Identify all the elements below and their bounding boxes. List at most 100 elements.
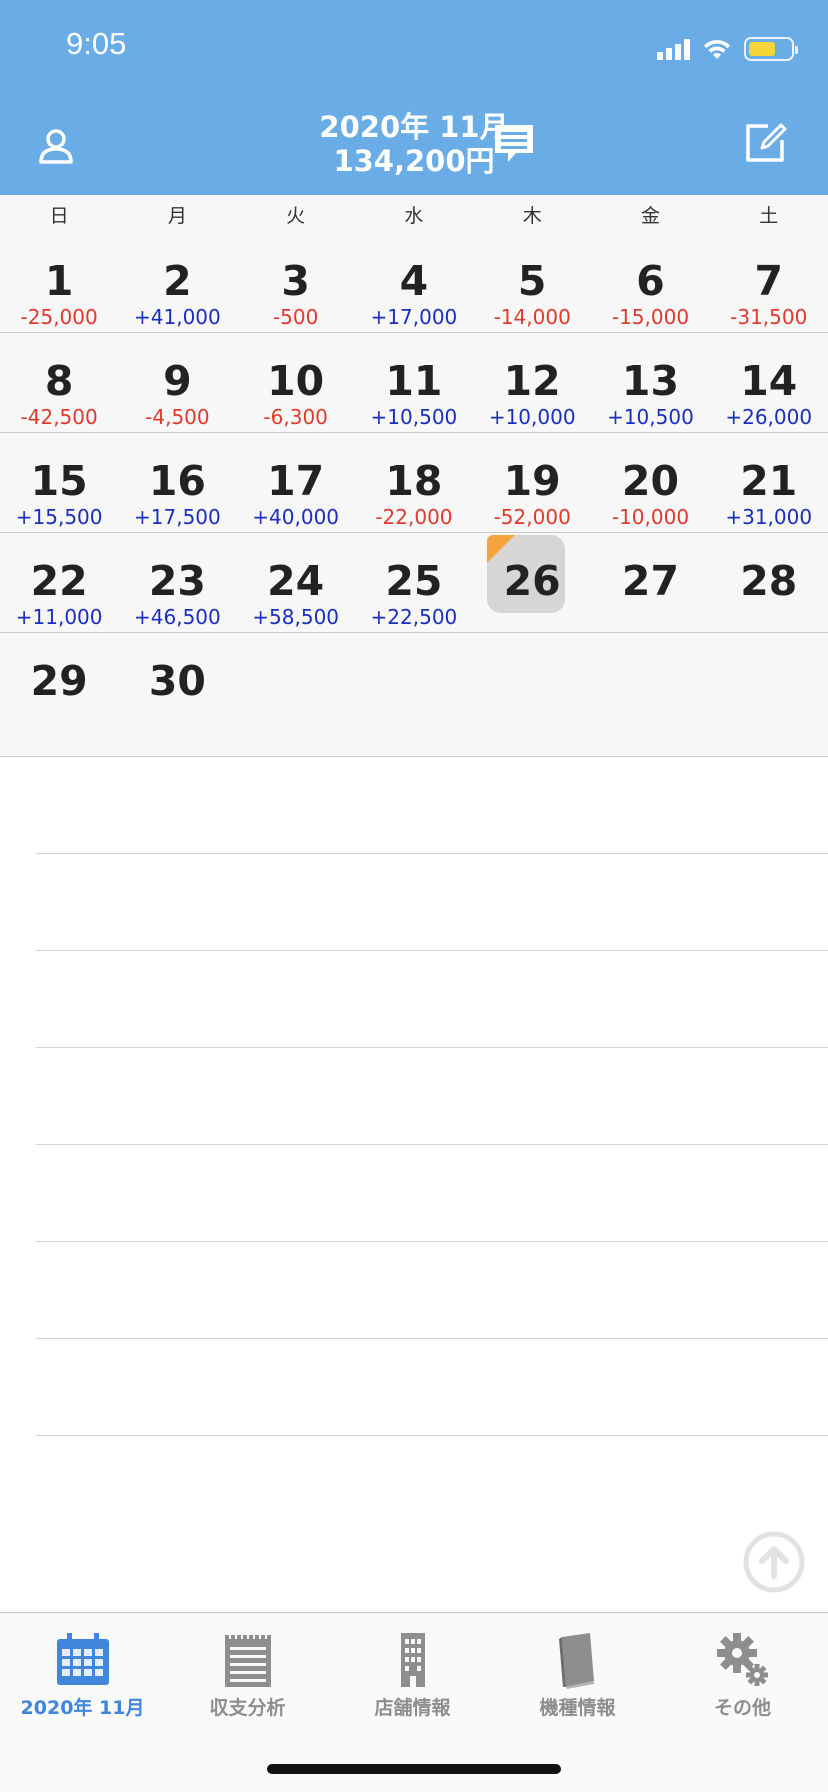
calendar-day[interactable]: 3 -500 [237,233,355,333]
calendar-day[interactable]: 24 +58,500 [237,533,355,633]
calendar-day[interactable]: 12 +10,000 [473,333,591,433]
weekday-label: 金 [640,204,660,227]
weekday-label: 土 [759,204,779,227]
calendar-day[interactable]: 5 -14,000 [473,233,591,333]
day-number: 10 [267,357,325,405]
calendar-day[interactable]: 8 -42,500 [0,333,118,433]
day-balance: -42,500 [20,405,98,429]
day-number: 16 [148,457,206,505]
gear-icon [716,1633,768,1686]
calendar-day[interactable]: 30 [118,633,236,733]
day-balance: -6,300 [263,405,328,429]
calendar-day[interactable]: 19 -52,000 [473,433,591,533]
calendar-day[interactable]: 21 +31,000 [710,433,828,533]
day-balance: -4,500 [145,405,210,429]
day-number: 11 [385,357,443,405]
tab-analysis[interactable]: 収支分析 [165,1613,330,1733]
day-number: 1 [44,257,74,305]
day-balance: -31,500 [730,305,808,329]
page-title[interactable]: 2020年 11月 134,200円 [0,110,828,178]
calendar-day[interactable]: 20 -10,000 [591,433,709,533]
day-detail-list [0,757,828,1612]
day-balance: -10,000 [611,505,690,529]
calendar-day[interactable]: 11 +10,500 [355,333,473,433]
tab-store-info[interactable]: 店舗情報 [330,1613,495,1733]
calendar-empty-cell [355,633,473,733]
edit-icon[interactable] [742,120,788,166]
calendar-week-row: 29 30 [0,633,828,733]
tab-other[interactable]: その他 [660,1613,825,1733]
day-number: 4 [399,257,429,305]
month-total: 134,200円 [333,144,495,178]
day-balance: +15,500 [15,505,103,529]
day-balance: +11,000 [15,605,103,629]
calendar-day[interactable]: 13 +10,500 [591,333,709,433]
calendar-day[interactable]: 4 +17,000 [355,233,473,333]
calendar-day[interactable]: 6 -15,000 [591,233,709,333]
day-number: 3 [281,257,310,305]
weekday-label: 火 [286,204,306,227]
calendar-day[interactable]: 7 -31,500 [710,233,828,333]
day-balance: -25,000 [20,305,98,329]
tab-label: 収支分析 [209,1697,286,1719]
day-balance: -500 [272,305,319,329]
calendar-empty-cell [710,633,828,733]
weekday-label: 日 [49,204,69,227]
calendar-day[interactable]: 23 +46,500 [118,533,236,633]
day-number: 5 [517,257,547,305]
day-number: 14 [740,357,798,405]
list-separator [36,1338,828,1339]
day-number: 26 [503,557,561,605]
tab-label: 機種情報 [539,1697,616,1719]
day-balance: +10,500 [370,405,458,429]
calendar-day[interactable]: 1 -25,000 [0,233,118,333]
day-balance: +22,500 [370,605,458,629]
day-balance: -22,000 [375,505,453,529]
day-number: 20 [621,457,679,505]
battery-icon [744,37,798,61]
calendar-empty-cell [591,633,709,733]
calendar-day[interactable]: 26 [473,533,591,633]
day-number: 12 [503,357,561,405]
tab-calendar[interactable]: 2020年 11月 [0,1613,165,1733]
weekday-label: 水 [404,204,424,227]
calendar-week-row: 8 -42,500 9 -4,500 10 -6,300 11 +10,500 12 +10,00… [0,333,828,433]
calendar-day[interactable]: 14 +26,000 [710,333,828,433]
chat-icon[interactable] [492,122,536,166]
day-number: 22 [30,557,88,605]
calendar-day[interactable]: 9 -4,500 [118,333,236,433]
calendar-day[interactable]: 22 +11,000 [0,533,118,633]
tab-label: その他 [713,1697,771,1719]
day-number: 13 [621,357,679,405]
calendar-day[interactable]: 2 +41,000 [118,233,236,333]
day-balance: -15,000 [611,305,690,329]
calendar-day[interactable]: 10 -6,300 [237,333,355,433]
day-number: 9 [163,357,192,405]
calendar-day[interactable]: 27 [591,533,709,633]
calendar-day[interactable]: 25 +22,500 [355,533,473,633]
list-separator [36,1435,828,1436]
calendar-day[interactable]: 28 [710,533,828,633]
tab-machine-info[interactable]: 機種情報 [495,1613,660,1733]
notepad-icon [224,1632,271,1687]
day-number: 8 [44,357,74,405]
day-balance: +31,000 [725,505,813,529]
weekday-label: 月 [167,204,187,227]
day-balance: +46,500 [134,605,221,629]
calendar-week-row: 22 +11,000 23 +46,500 24 +58,500 25 +22,500 26 27… [0,533,828,633]
calendar-day[interactable]: 15 +15,500 [0,433,118,533]
calendar-day[interactable]: 16 +17,500 [118,433,236,533]
weekday-label: 木 [522,204,542,227]
calendar-day[interactable]: 29 [0,633,118,733]
month-title: 2020年 11月 [319,110,509,144]
calendar-day[interactable]: 17 +40,000 [237,433,355,533]
day-number: 24 [267,557,325,605]
day-balance: +10,000 [488,405,576,429]
calendar-day[interactable]: 18 -22,000 [355,433,473,533]
calendar-empty-cell [473,633,591,733]
list-separator [36,950,828,951]
list-separator [36,1144,828,1145]
arrow-up-circle-icon[interactable] [742,1530,806,1594]
list-separator [36,853,828,854]
day-number: 21 [740,457,798,505]
